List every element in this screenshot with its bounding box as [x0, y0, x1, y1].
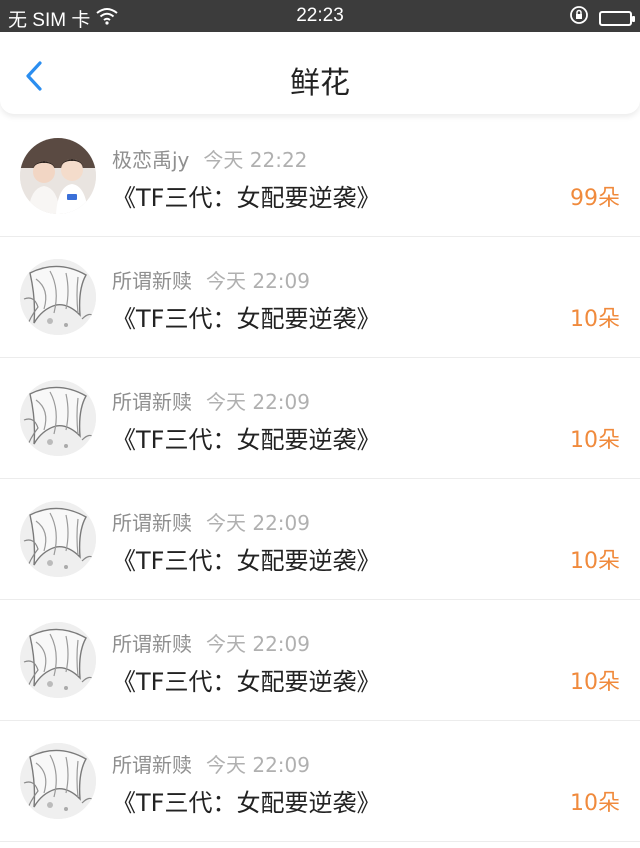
avatar[interactable] — [20, 743, 96, 819]
user-name[interactable]: 极恋禹jy — [112, 148, 189, 172]
avatar[interactable] — [20, 138, 96, 214]
flower-count: 10朵 — [570, 791, 620, 816]
book-title[interactable]: 《TF三代：女配要逆袭》 — [112, 541, 380, 576]
flower-count: 10朵 — [570, 549, 620, 574]
status-right — [569, 5, 635, 31]
list-item[interactable]: 所谓新赎 今天 22:09 《TF三代：女配要逆袭》 10朵 — [0, 479, 640, 600]
page-title: 鲜花 — [290, 66, 350, 101]
sketch-avatar-icon — [20, 380, 96, 456]
rotation-lock-icon — [569, 5, 589, 31]
item-time: 今天 22:09 — [206, 511, 310, 535]
item-meta: 所谓新赎 今天 22:09 — [112, 628, 310, 657]
list-item[interactable]: 所谓新赎 今天 22:09 《TF三代：女配要逆袭》 10朵 — [0, 721, 640, 842]
sketch-avatar-icon — [20, 743, 96, 819]
book-title[interactable]: 《TF三代：女配要逆袭》 — [112, 783, 380, 818]
avatar[interactable] — [20, 501, 96, 577]
avatar[interactable] — [20, 622, 96, 698]
avatar[interactable] — [20, 380, 96, 456]
item-meta: 所谓新赎 今天 22:09 — [112, 749, 310, 778]
item-time: 今天 22:09 — [206, 390, 310, 414]
list-item[interactable]: 所谓新赎 今天 22:09 《TF三代：女配要逆袭》 10朵 — [0, 237, 640, 358]
item-meta: 极恋禹jy 今天 22:22 — [112, 144, 307, 173]
item-meta: 所谓新赎 今天 22:09 — [112, 265, 310, 294]
item-meta: 所谓新赎 今天 22:09 — [112, 386, 310, 415]
sketch-avatar-icon — [20, 622, 96, 698]
flower-list: 极恋禹jy 今天 22:22 《TF三代：女配要逆袭》 99朵 所谓新赎 今天 22… — [0, 116, 640, 842]
book-title[interactable]: 《TF三代：女配要逆袭》 — [112, 178, 380, 213]
flower-count: 10朵 — [570, 307, 620, 332]
status-bar: 无 SIM 卡 22:23 — [0, 0, 640, 32]
list-item[interactable]: 极恋禹jy 今天 22:22 《TF三代：女配要逆袭》 99朵 — [0, 116, 640, 237]
user-name[interactable]: 所谓新赎 — [112, 753, 192, 777]
item-time: 今天 22:22 — [203, 148, 308, 172]
book-title[interactable]: 《TF三代：女配要逆袭》 — [112, 299, 380, 334]
book-title[interactable]: 《TF三代：女配要逆袭》 — [112, 662, 380, 697]
sketch-avatar-icon — [20, 501, 96, 577]
avatar[interactable] — [20, 259, 96, 335]
book-title[interactable]: 《TF三代：女配要逆袭》 — [112, 420, 380, 455]
flower-count: 10朵 — [570, 428, 620, 453]
flower-count: 99朵 — [570, 186, 620, 211]
item-time: 今天 22:09 — [206, 753, 310, 777]
user-name[interactable]: 所谓新赎 — [112, 390, 192, 414]
sketch-avatar-icon — [20, 259, 96, 335]
item-time: 今天 22:09 — [206, 269, 310, 293]
battery-icon — [599, 10, 635, 26]
user-name[interactable]: 所谓新赎 — [112, 511, 192, 535]
user-name[interactable]: 所谓新赎 — [112, 632, 192, 656]
photo-avatar-icon — [20, 138, 96, 214]
list-item[interactable]: 所谓新赎 今天 22:09 《TF三代：女配要逆袭》 10朵 — [0, 600, 640, 721]
flower-count: 10朵 — [570, 670, 620, 695]
item-meta: 所谓新赎 今天 22:09 — [112, 507, 310, 536]
item-time: 今天 22:09 — [206, 632, 310, 656]
list-item[interactable]: 所谓新赎 今天 22:09 《TF三代：女配要逆袭》 10朵 — [0, 358, 640, 479]
status-time: 22:23 — [296, 5, 344, 26]
user-name[interactable]: 所谓新赎 — [112, 269, 192, 293]
nav-bar: 鲜花 — [0, 32, 640, 114]
